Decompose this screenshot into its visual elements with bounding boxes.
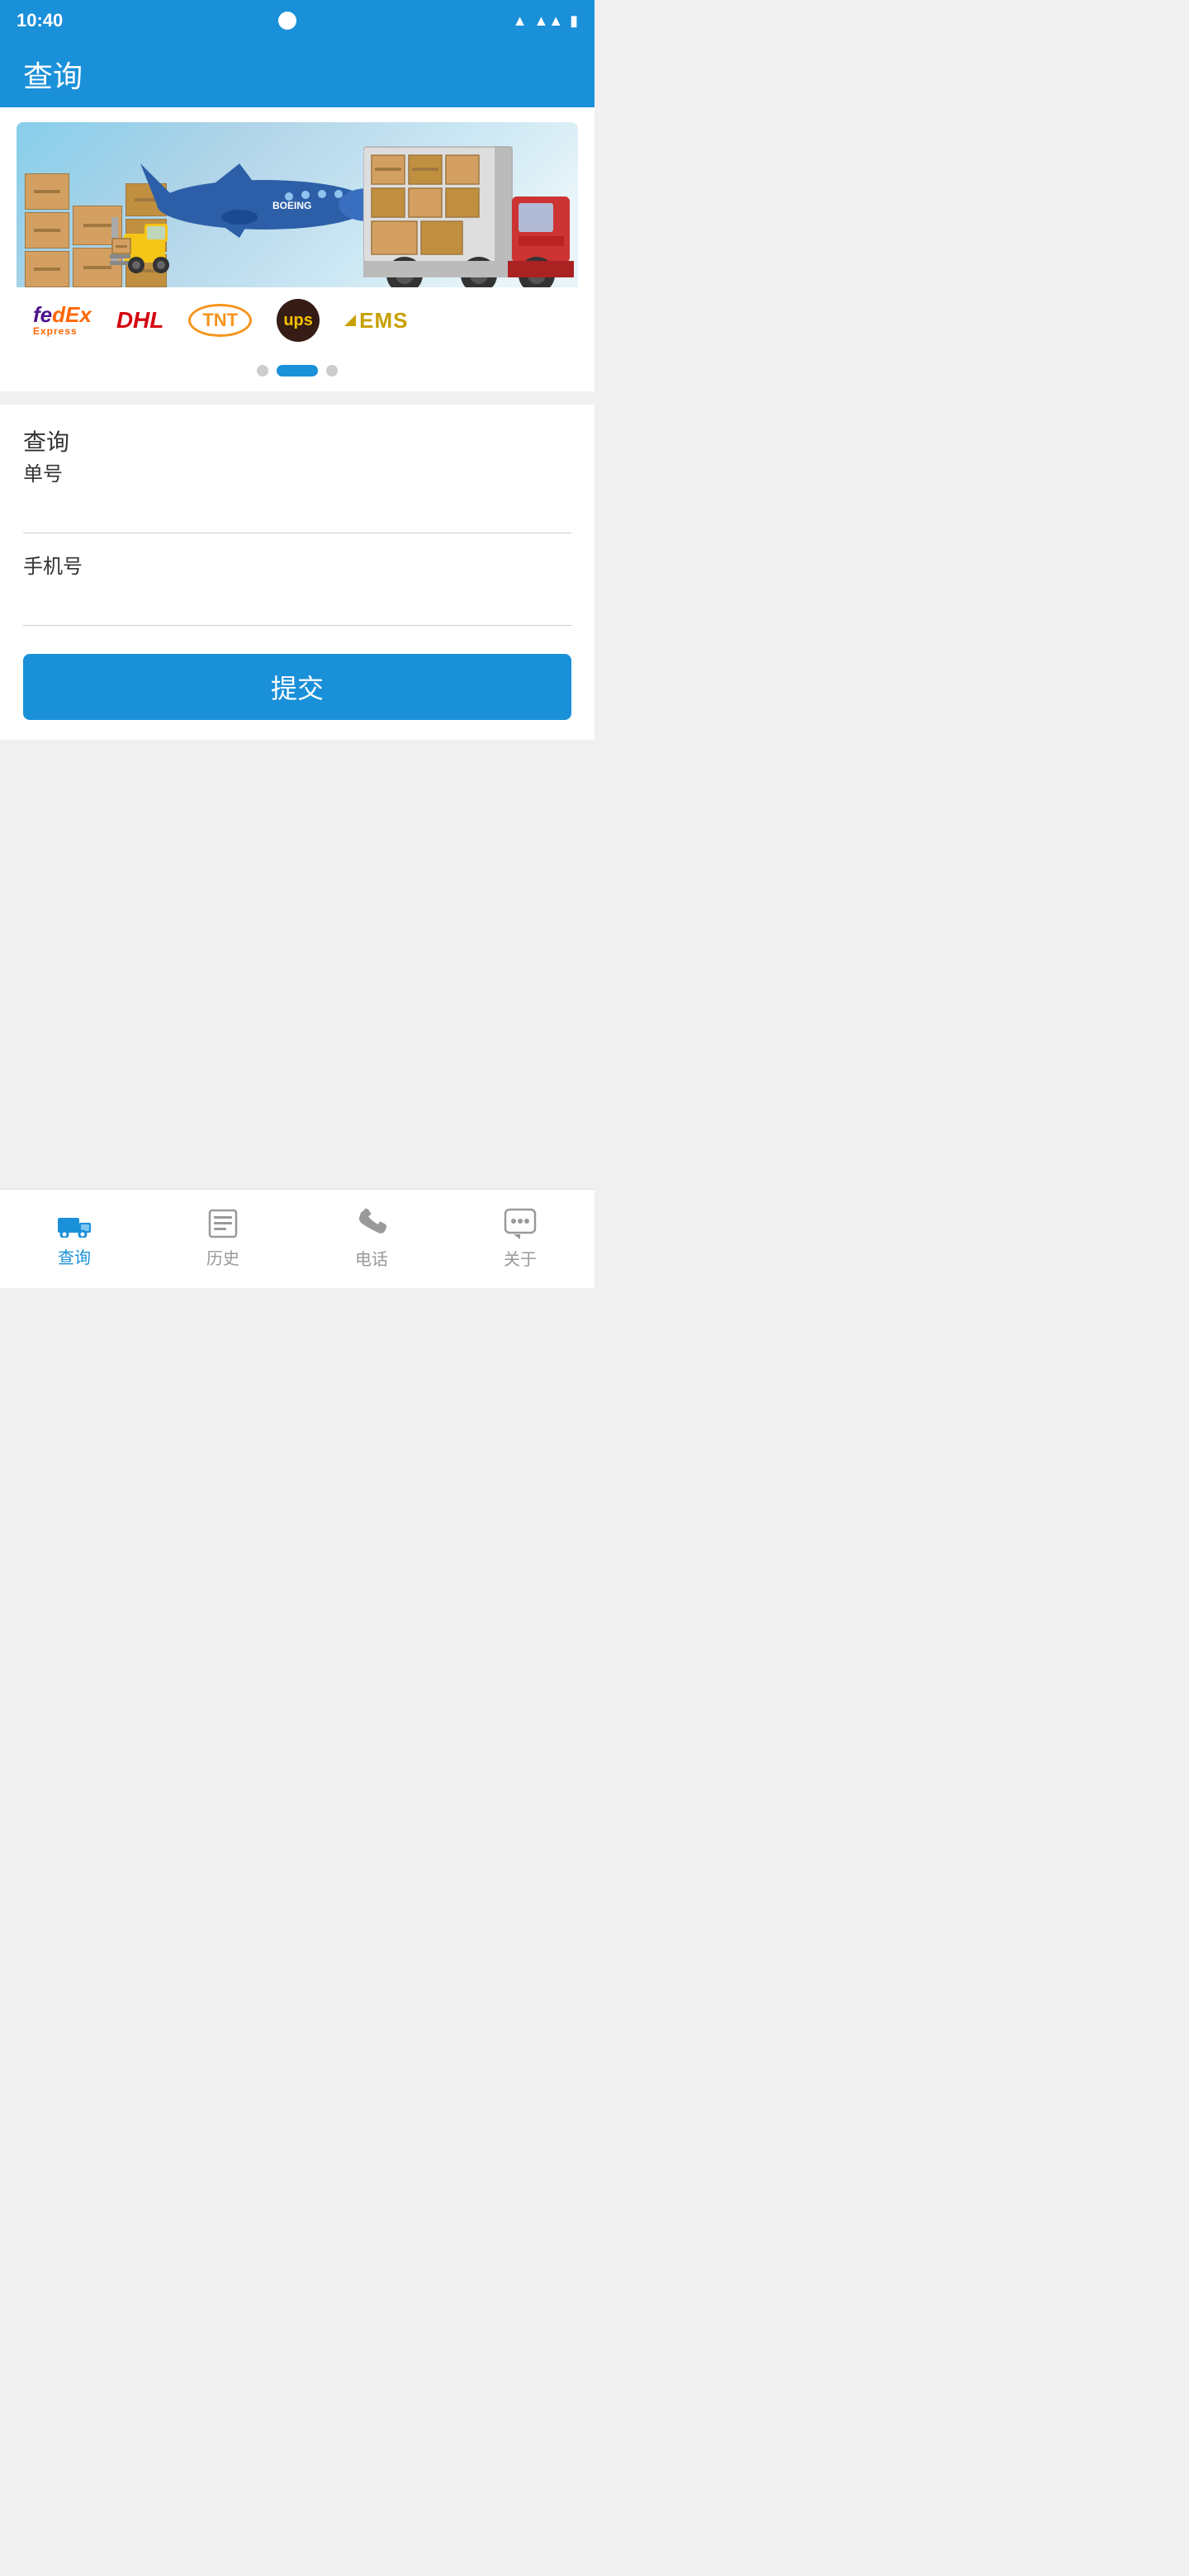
app-header: 查询 xyxy=(0,41,594,107)
battery-icon: ▮ xyxy=(570,12,578,30)
nav-label-about: 关于 xyxy=(504,1246,537,1270)
signal-icon: ▲▲ xyxy=(533,12,563,30)
order-number-input[interactable] xyxy=(23,493,571,533)
phone-group: 手机号 xyxy=(23,550,571,626)
phone-icon xyxy=(357,1208,386,1239)
empty-content-area xyxy=(0,740,594,1087)
dhl-logo: DHL xyxy=(116,307,164,334)
nav-label-query: 查询 xyxy=(58,1244,91,1268)
status-bar: 10:40 ▲ ▲▲ ▮ xyxy=(0,0,594,41)
order-number-group: 单号 xyxy=(23,457,571,533)
pagination-dot-2[interactable] xyxy=(326,365,338,376)
ems-logo: EMS xyxy=(344,308,408,334)
svg-text:BOEING: BOEING xyxy=(272,200,311,211)
banner-pagination xyxy=(17,353,578,383)
submit-button[interactable]: 提交 xyxy=(23,654,571,720)
status-center-dot xyxy=(278,12,296,30)
nav-item-query[interactable]: 查询 xyxy=(0,1190,149,1288)
status-time: 10:40 xyxy=(17,10,63,31)
truck-icon xyxy=(56,1210,92,1238)
nav-item-about[interactable]: 关于 xyxy=(446,1190,594,1288)
ups-logo: ups xyxy=(277,299,320,342)
phone-input[interactable] xyxy=(23,585,571,626)
nav-label-phone: 电话 xyxy=(355,1246,388,1270)
section-title: 查询 xyxy=(23,429,69,455)
pagination-dot-0[interactable] xyxy=(257,365,268,376)
banner-image[interactable]: BOEING xyxy=(17,122,578,353)
nav-label-history: 历史 xyxy=(206,1245,239,1269)
nav-item-history[interactable]: 历史 xyxy=(149,1190,297,1288)
query-section: 查询 单号 手机号 提交 xyxy=(0,405,594,740)
wifi-icon: ▲ xyxy=(513,12,528,30)
ems-arrow-icon xyxy=(344,315,356,326)
fedex-logo: fedEx Express xyxy=(33,304,92,337)
history-icon xyxy=(206,1209,239,1238)
status-icons: ▲ ▲▲ ▮ xyxy=(513,12,578,30)
header-title: 查询 xyxy=(23,53,83,96)
banner-container: BOEING xyxy=(0,107,594,391)
carrier-logos: fedEx Express DHL TNT ups EMS xyxy=(17,287,578,353)
order-number-label: 单号 xyxy=(23,457,571,486)
bottom-navigation: 查询 历史 电话 关于 xyxy=(0,1189,594,1288)
about-icon xyxy=(504,1208,537,1239)
nav-item-phone[interactable]: 电话 xyxy=(297,1190,446,1288)
pagination-dot-1[interactable] xyxy=(277,365,318,376)
phone-label: 手机号 xyxy=(23,550,571,579)
tnt-logo: TNT xyxy=(188,304,252,337)
airplane: BOEING xyxy=(132,147,396,267)
